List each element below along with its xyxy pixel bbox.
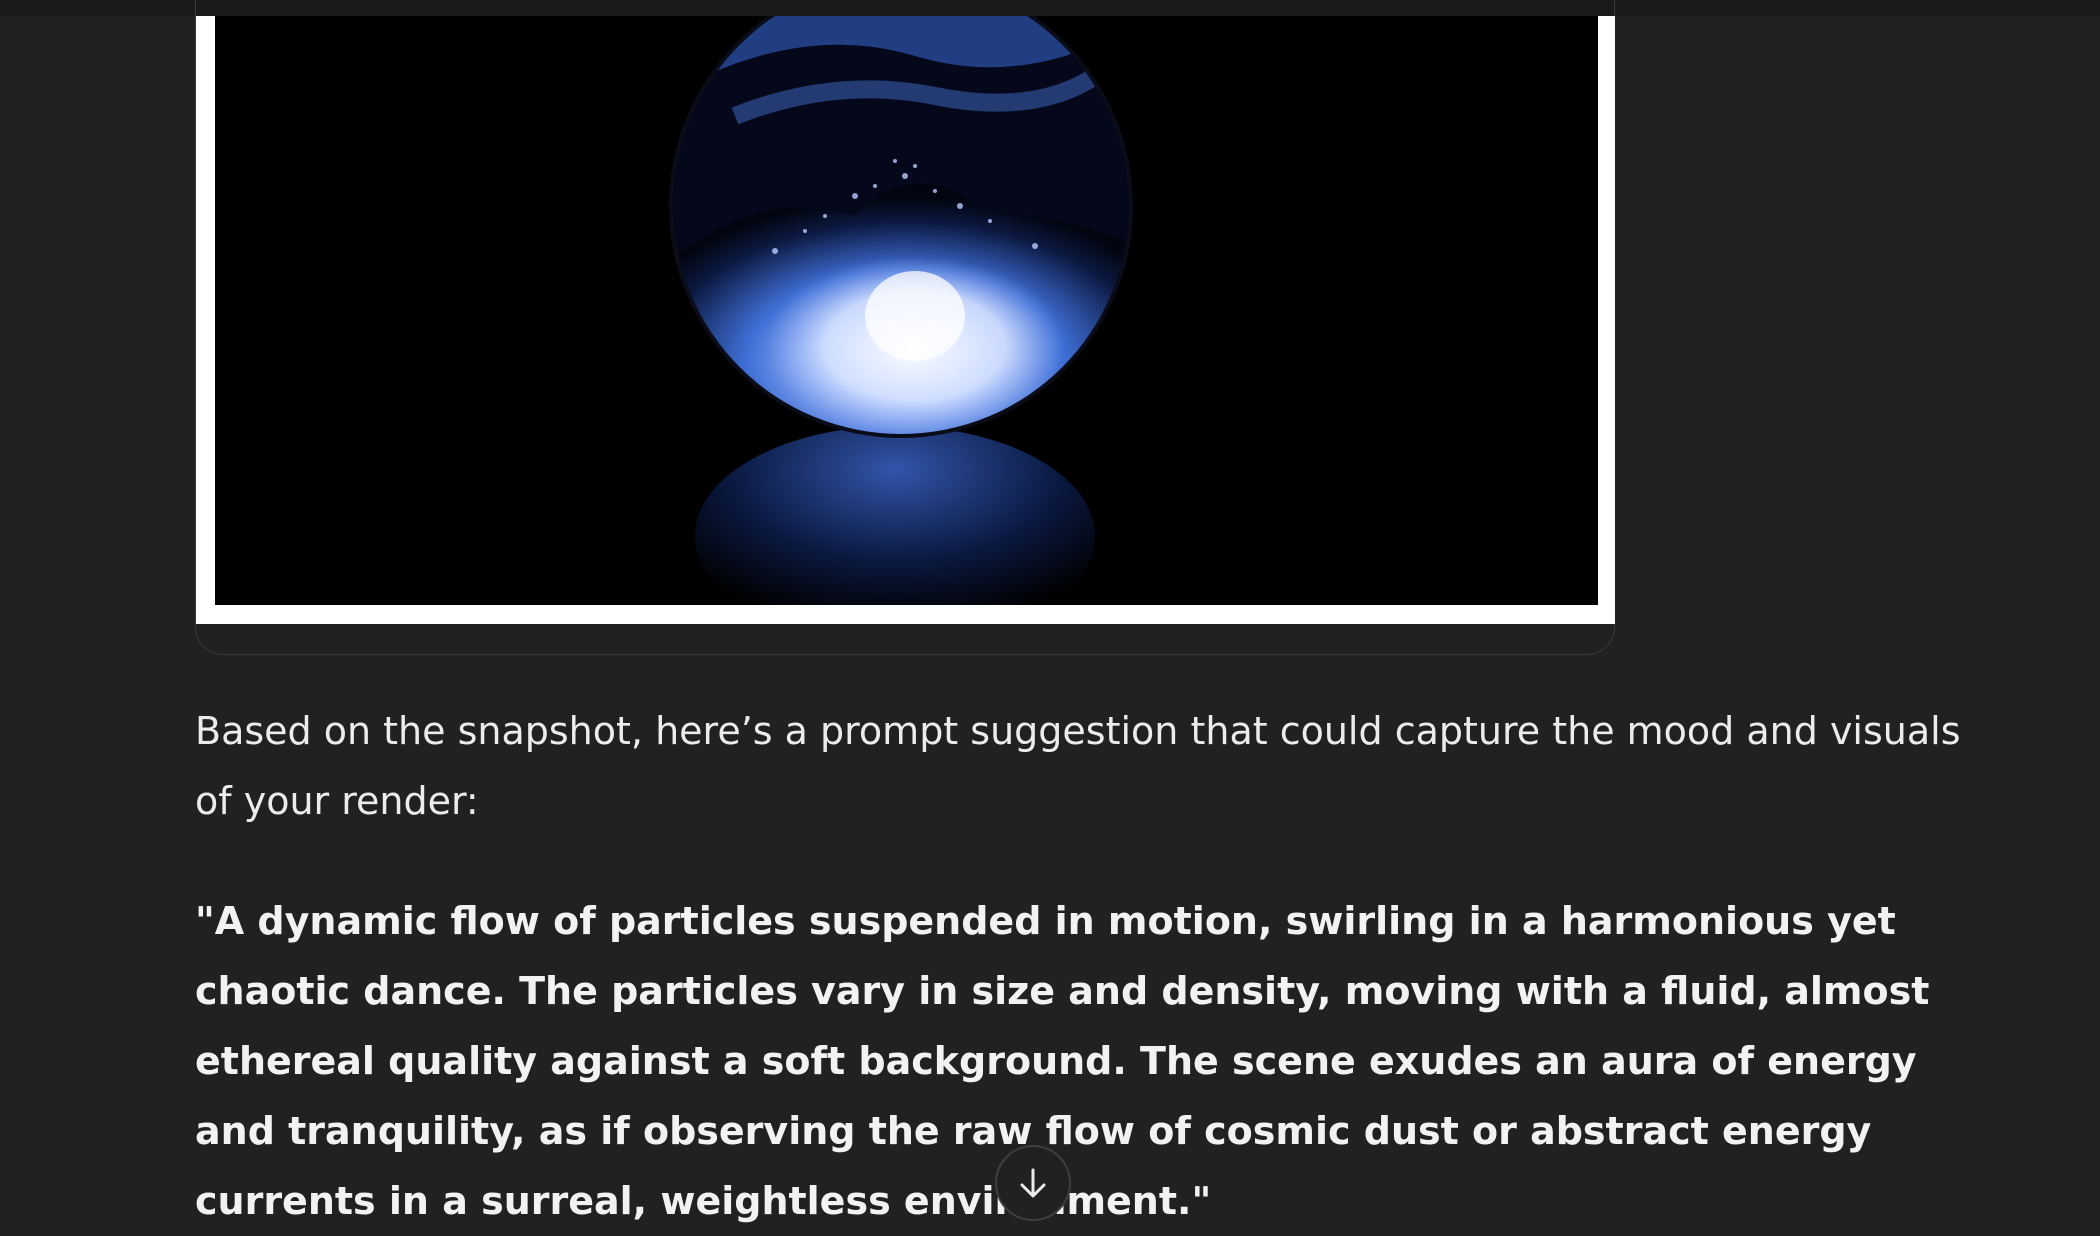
prompt-suggestion-text: "A dynamic flow of particles suspended i… (195, 899, 1930, 1223)
arrow-down-icon (1020, 1168, 1046, 1198)
assistant-message: Based on the snapshot, here’s a prompt s… (195, 696, 1985, 1236)
particle-sphere-illustration (669, 16, 1133, 605)
response-intro-text: Based on the snapshot, here’s a prompt s… (195, 709, 1961, 823)
uploaded-image-frame[interactable] (196, 16, 1615, 624)
scroll-to-bottom-button[interactable] (995, 1145, 1071, 1221)
render-snapshot-image (215, 16, 1598, 605)
